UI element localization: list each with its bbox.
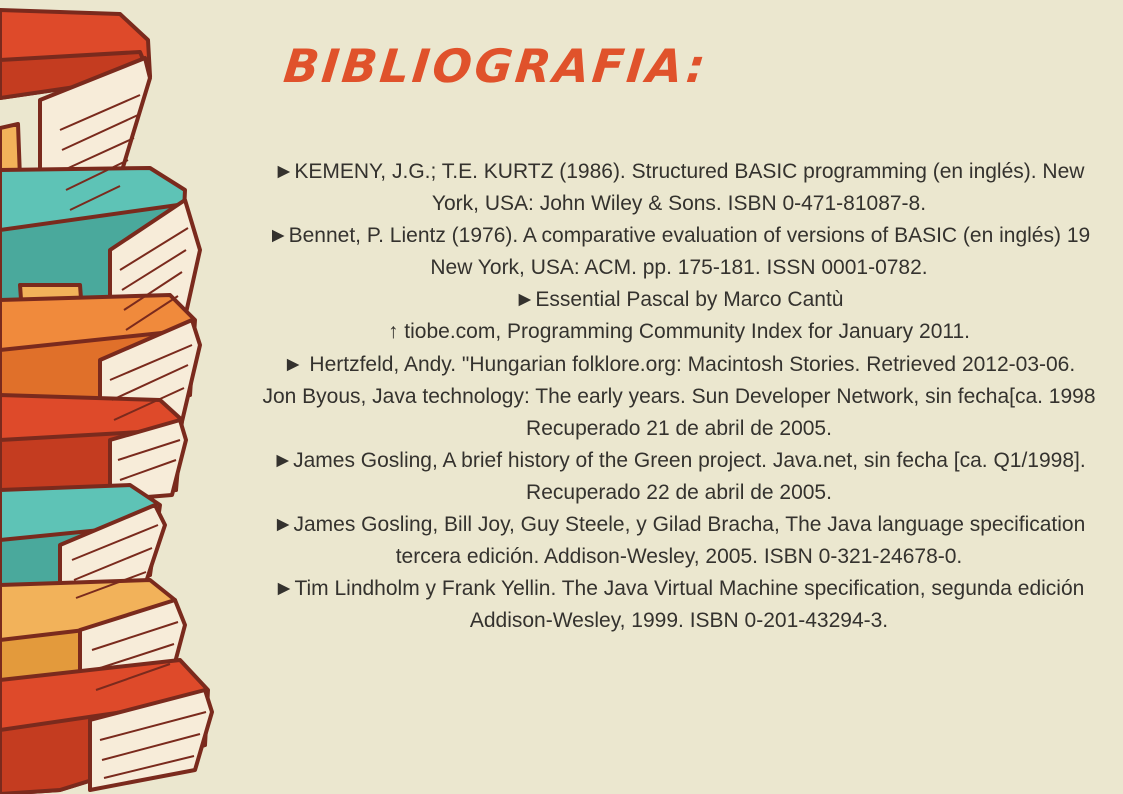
reference-line: Addison-Wesley, 1999. ISBN 0-201-43294-3… (469, 609, 889, 633)
reference-line: ► Hertzfeld, Andy. "Hungarian folklore.o… (282, 352, 1076, 376)
reference-line: ↑ tiobe.com, Programming Community Index… (387, 320, 971, 344)
page-title: BIBLIOGRAFIA: (281, 39, 711, 93)
reference-line: ►Essential Pascal by Marco Cantù (514, 288, 844, 312)
reference-line: tercera edición. Addison-Wesley, 2005. I… (395, 545, 963, 569)
reference-line: Jon Byous, Java technology: The early ye… (262, 384, 1096, 408)
reference-line: ►James Gosling, Bill Joy, Guy Steele, y … (272, 513, 1086, 537)
reference-line: York, USA: John Wiley & Sons. ISBN 0-471… (431, 192, 927, 216)
reference-line: New York, USA: ACM. pp. 175-181. ISSN 00… (430, 256, 928, 280)
reference-line: Recuperado 21 de abril de 2005. (526, 416, 832, 440)
book-red-bottom (0, 658, 214, 794)
reference-line: ►Bennet, P. Lientz (1976). A comparative… (267, 224, 1091, 248)
reference-line: ►James Gosling, A brief history of the G… (272, 448, 1086, 472)
bibliography-list: ►KEMENY, J.G.; T.E. KURTZ (1986). Struct… (214, 156, 1123, 637)
stack-of-books-illustration (0, 8, 214, 794)
reference-line: Recuperado 22 de abril de 2005. (526, 480, 832, 504)
reference-line: ►Tim Lindholm y Frank Yellin. The Java V… (273, 577, 1085, 601)
reference-line: ►KEMENY, J.G.; T.E. KURTZ (1986). Struct… (273, 160, 1085, 183)
